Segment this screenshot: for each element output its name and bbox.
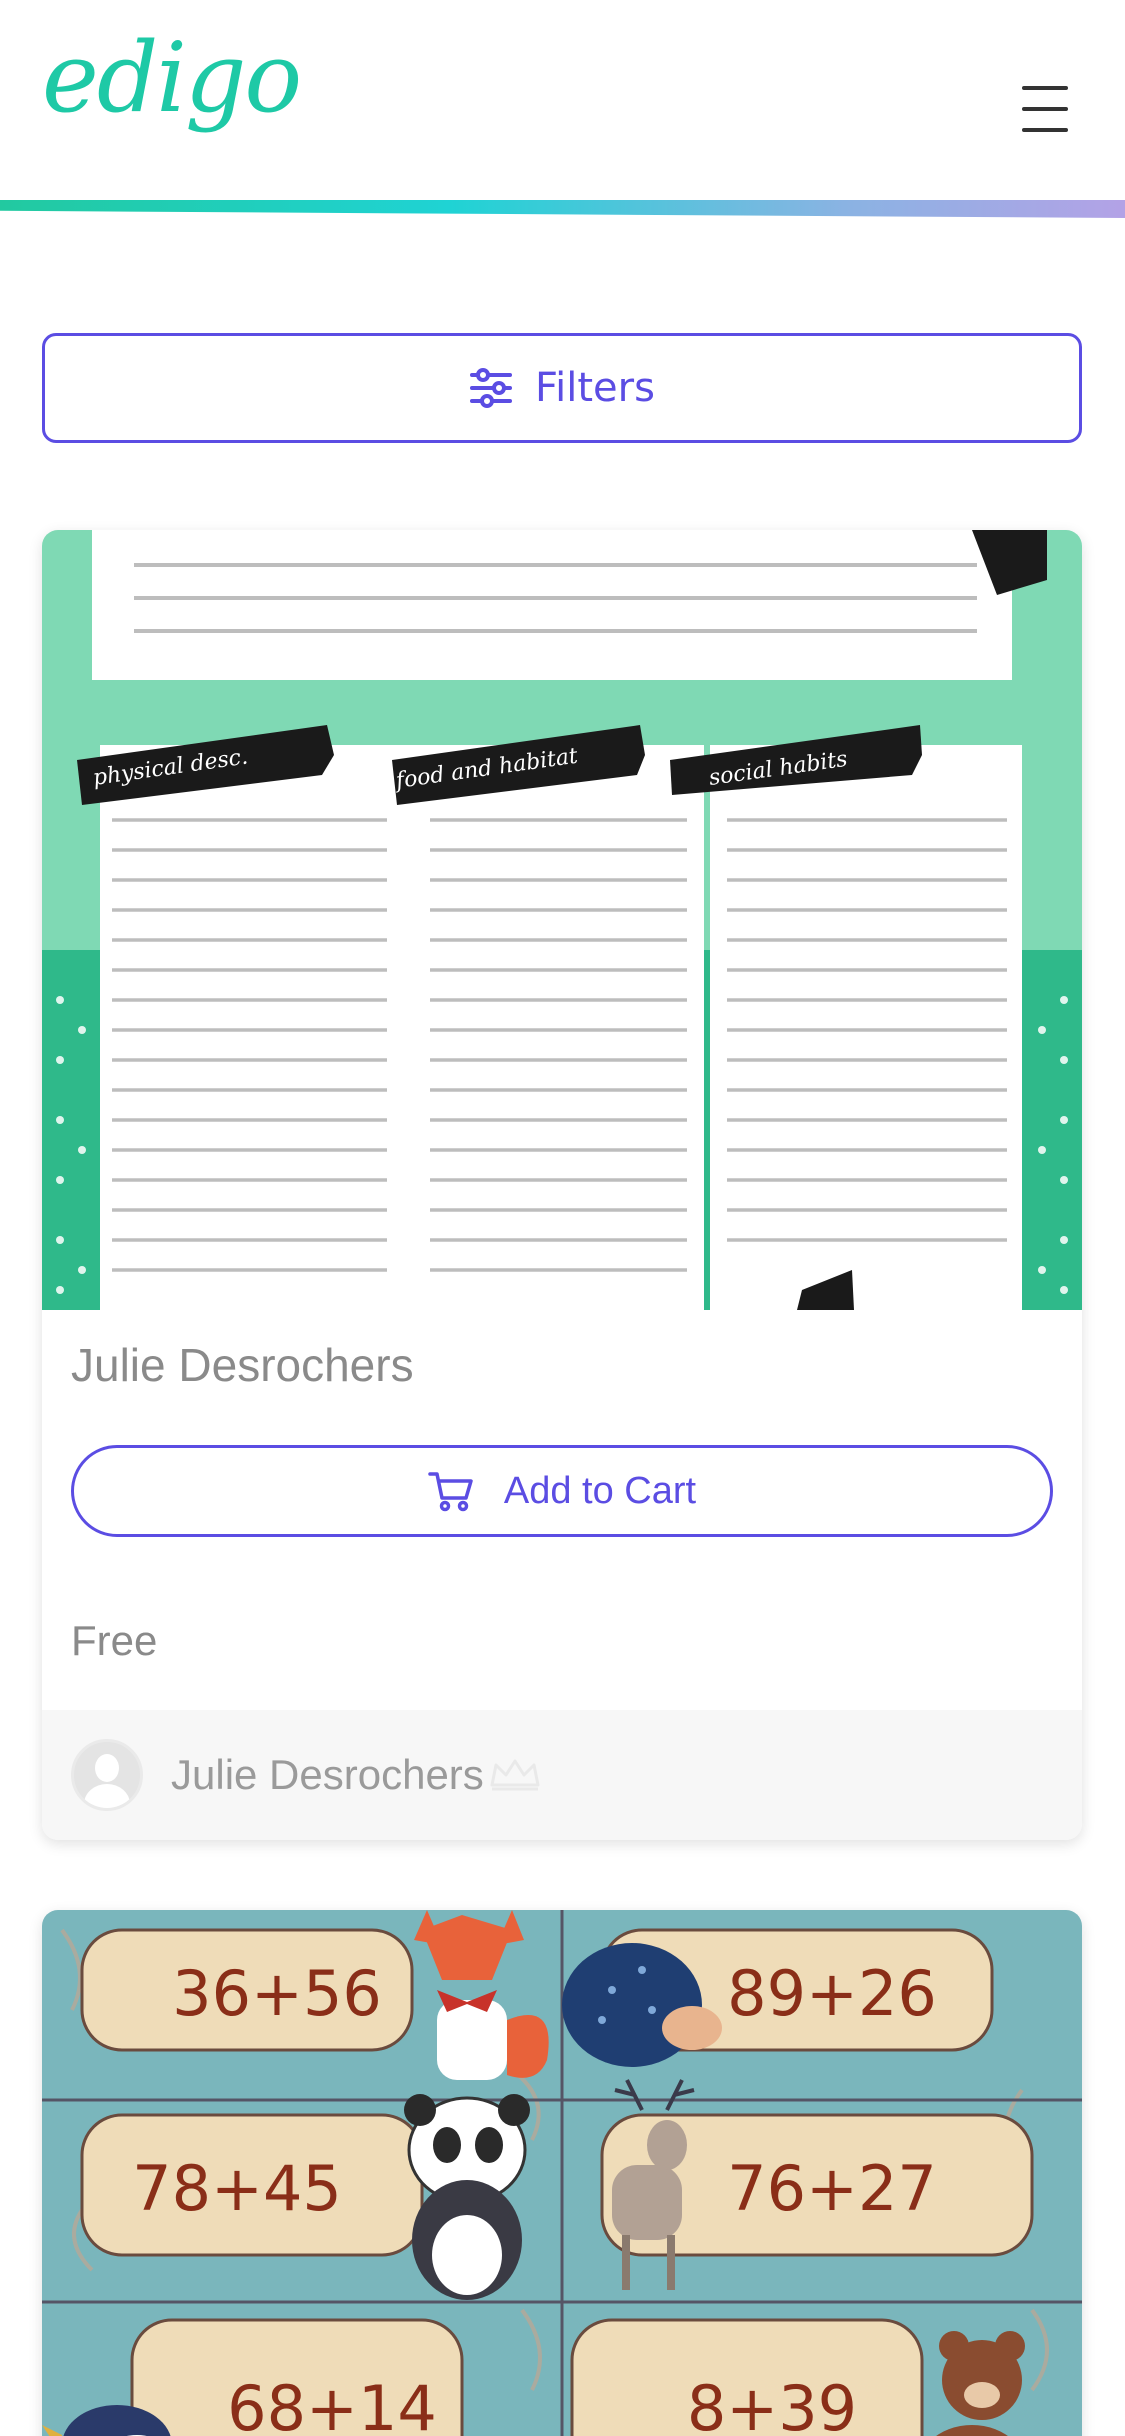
product-price: Free bbox=[71, 1617, 158, 1665]
math-problem: 89+26 bbox=[727, 1957, 937, 2030]
card-footer: Julie Desrochers bbox=[42, 1710, 1082, 1840]
filters-label: Filters bbox=[535, 365, 655, 411]
product-card: 36+56 89+26 78+45 76+27 68+14 8+39 bbox=[42, 1910, 1082, 2436]
author-name-row[interactable]: Julie Desrochers bbox=[171, 1751, 542, 1799]
filters-button[interactable]: Filters bbox=[42, 333, 1082, 443]
add-to-cart-label: Add to Cart bbox=[503, 1469, 697, 1512]
avatar[interactable] bbox=[71, 1739, 143, 1811]
header-gradient-bar bbox=[0, 200, 1125, 218]
logo[interactable]: edigo bbox=[42, 30, 302, 126]
site-header: edigo bbox=[0, 0, 1125, 200]
math-problem: 78+45 bbox=[132, 2152, 342, 2225]
crown-icon bbox=[490, 1759, 540, 1791]
cart-icon bbox=[428, 1472, 473, 1512]
hamburger-menu-icon[interactable] bbox=[1022, 86, 1082, 132]
math-problem: 36+56 bbox=[172, 1957, 382, 2030]
menu-line bbox=[1022, 107, 1068, 111]
math-problem: 68+14 bbox=[227, 2372, 437, 2436]
sliders-icon bbox=[470, 368, 513, 408]
product-thumbnail[interactable]: 36+56 89+26 78+45 76+27 68+14 8+39 bbox=[42, 1910, 1082, 2436]
avatar-head bbox=[95, 1754, 119, 1782]
menu-line bbox=[1022, 128, 1068, 132]
math-problem: 8+39 bbox=[687, 2372, 857, 2436]
author-name: Julie Desrochers bbox=[171, 1751, 484, 1798]
product-card: physical desc. food and habitat social h… bbox=[42, 530, 1082, 1840]
add-to-cart-button[interactable]: Add to Cart bbox=[71, 1445, 1053, 1538]
menu-line bbox=[1022, 86, 1068, 90]
product-title[interactable]: Julie Desrochers bbox=[71, 1338, 1053, 1393]
math-problem: 76+27 bbox=[727, 2152, 937, 2225]
worksheet-preview: physical desc. food and habitat social h… bbox=[42, 530, 1082, 1310]
avatar-body bbox=[84, 1784, 130, 1808]
math-cards-preview: 36+56 89+26 78+45 76+27 68+14 8+39 bbox=[42, 1910, 1082, 2436]
product-thumbnail[interactable]: physical desc. food and habitat social h… bbox=[42, 530, 1082, 1310]
